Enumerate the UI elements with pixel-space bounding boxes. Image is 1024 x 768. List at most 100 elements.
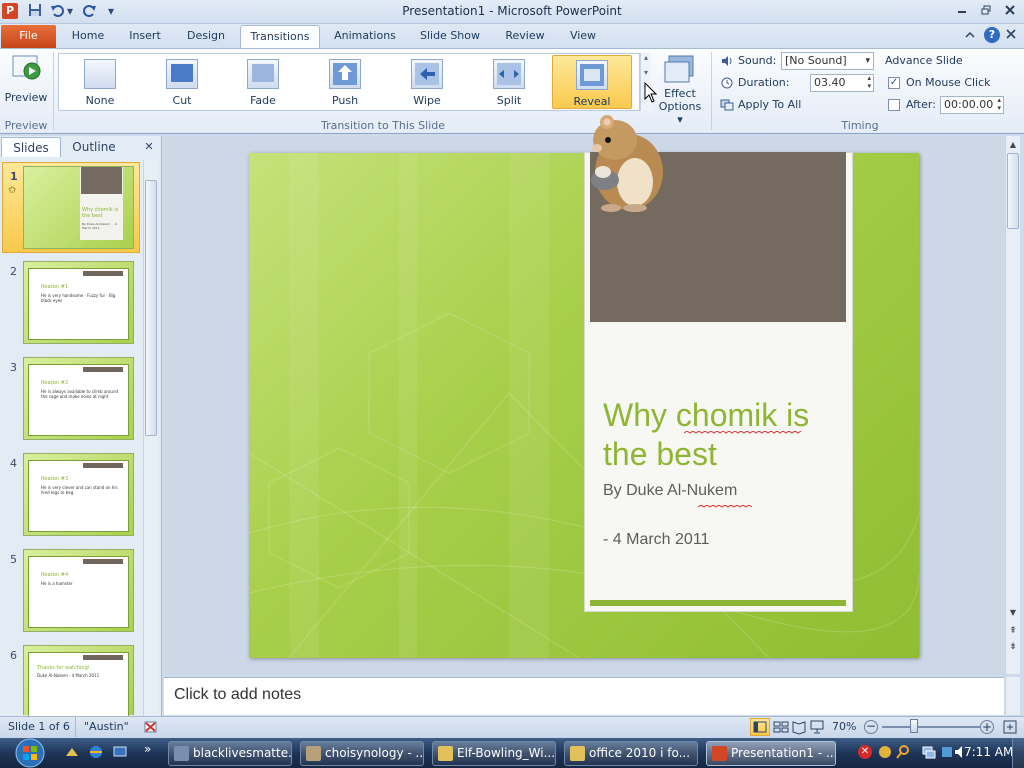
tab-slide-show[interactable]: Slide Show bbox=[412, 25, 488, 48]
slide-accent-bar bbox=[590, 600, 846, 606]
slide-thumbnail-2[interactable]: Reason #1 He is very handsome · Fuzzy fur… bbox=[23, 261, 134, 344]
slide-thumbnail-1[interactable]: Why chomik is the best By Duke Al-Nukem … bbox=[23, 166, 134, 249]
after-time-value: 00:00.00 bbox=[944, 98, 994, 111]
show-desktop-button[interactable] bbox=[1012, 738, 1024, 768]
scroll-down-icon[interactable]: ▼ bbox=[1006, 608, 1020, 617]
thumb-title: Reason #1 bbox=[41, 284, 69, 290]
reading-view-icon[interactable] bbox=[790, 719, 808, 735]
preview-button[interactable]: Preview bbox=[4, 52, 48, 114]
start-button[interactable] bbox=[4, 738, 56, 768]
taskbar-item-active[interactable]: Presentation1 - ... bbox=[706, 741, 836, 766]
undo-dropdown-icon[interactable]: ▾ bbox=[65, 3, 75, 19]
tab-view[interactable]: View bbox=[562, 25, 604, 48]
spinner-icon[interactable]: ▴ ▾ bbox=[867, 74, 871, 90]
tray-network-icon[interactable] bbox=[922, 745, 936, 759]
scroll-thumb[interactable] bbox=[1007, 153, 1019, 229]
save-icon[interactable] bbox=[27, 3, 43, 19]
close-document-icon[interactable] bbox=[1006, 29, 1020, 43]
normal-view-icon[interactable] bbox=[750, 718, 770, 736]
scroll-thumb[interactable] bbox=[145, 180, 157, 436]
gallery-up-icon[interactable]: ▴ bbox=[641, 53, 651, 62]
close-pane-icon[interactable]: ✕ bbox=[140, 137, 158, 157]
slide-thumbnail-4[interactable]: Reason #3 He is very clever and can stand… bbox=[23, 453, 134, 536]
taskbar-item[interactable]: choisynology - ... bbox=[300, 741, 424, 766]
transition-wipe[interactable]: Wipe bbox=[394, 55, 460, 109]
effect-options-button[interactable]: Effect Options ▾ bbox=[655, 52, 705, 126]
transition-push[interactable]: Push bbox=[312, 55, 378, 109]
apply-to-all-button[interactable]: Apply To All bbox=[738, 95, 801, 115]
tray-alert-icon[interactable]: ✕ bbox=[858, 745, 872, 759]
tray-search-icon[interactable] bbox=[896, 745, 910, 759]
minimize-icon[interactable] bbox=[951, 2, 973, 20]
transition-fade[interactable]: Fade bbox=[230, 55, 296, 109]
restore-icon[interactable] bbox=[975, 2, 997, 20]
scroll-up-icon[interactable]: ▲ bbox=[1006, 140, 1020, 149]
tab-home[interactable]: Home bbox=[62, 25, 114, 48]
slide-thumbnail-3[interactable]: Reason #2 He is always available to climb… bbox=[23, 357, 134, 440]
after-checkbox[interactable] bbox=[888, 99, 900, 111]
tab-animations[interactable]: Animations bbox=[328, 25, 402, 48]
minimize-ribbon-icon[interactable] bbox=[964, 29, 978, 43]
slide-subtitle[interactable]: By Duke Al-Nukem bbox=[603, 482, 843, 500]
next-slide-icon[interactable]: ⇟ bbox=[1006, 642, 1020, 652]
slide-thumbnail-5[interactable]: Reason #4 He is a hamster bbox=[23, 549, 134, 632]
quicklaunch-desktop-icon[interactable] bbox=[112, 744, 128, 760]
customize-qat-icon[interactable]: ▾ bbox=[106, 3, 116, 19]
slide-date[interactable]: - 4 March 2011 bbox=[603, 531, 843, 549]
tray-app-icon[interactable] bbox=[878, 745, 892, 759]
undo-icon[interactable] bbox=[49, 3, 65, 19]
spinner-icon[interactable]: ▴ ▾ bbox=[997, 96, 1001, 112]
zoom-slider-track[interactable] bbox=[882, 726, 980, 728]
taskbar-item[interactable]: office 2010 i fo... bbox=[564, 741, 698, 766]
fit-to-window-icon[interactable] bbox=[1002, 719, 1018, 735]
tab-slides[interactable]: Slides bbox=[1, 137, 61, 157]
notes-placeholder[interactable]: Click to add notes bbox=[174, 686, 301, 704]
tray-flag-icon[interactable] bbox=[940, 745, 954, 759]
transition-reveal[interactable]: Reveal bbox=[552, 55, 632, 109]
tab-outline[interactable]: Outline bbox=[62, 137, 126, 157]
previous-slide-icon[interactable]: ⇞ bbox=[1006, 626, 1020, 636]
zoom-slider-thumb[interactable] bbox=[910, 719, 918, 733]
zoom-in-icon[interactable]: + bbox=[980, 720, 994, 734]
clock[interactable]: 7:11 AM bbox=[964, 745, 1013, 759]
slide-show-icon[interactable] bbox=[808, 719, 826, 735]
tab-review[interactable]: Review bbox=[498, 25, 552, 48]
notes-scrollbar[interactable] bbox=[1005, 677, 1020, 715]
tab-insert[interactable]: Insert bbox=[120, 25, 170, 48]
after-time-input[interactable]: 00:00.00 ▴ ▾ bbox=[940, 96, 1004, 114]
slide-scrollbar[interactable]: ▲ ▼ ⇞ ⇟ bbox=[1005, 136, 1020, 674]
tab-transitions[interactable]: Transitions bbox=[240, 25, 320, 48]
transition-none[interactable]: None bbox=[67, 55, 133, 109]
duration-input[interactable]: 03.40 ▴ ▾ bbox=[810, 74, 874, 92]
taskbar-item[interactable]: blacklivesmatte... bbox=[168, 741, 292, 766]
quicklaunch-browser-icon[interactable] bbox=[88, 744, 104, 760]
slides-scrollbar[interactable] bbox=[143, 160, 158, 716]
transition-none-icon bbox=[84, 59, 116, 89]
transition-cut[interactable]: Cut bbox=[149, 55, 215, 109]
transition-reveal-icon bbox=[576, 60, 608, 90]
help-icon[interactable]: ? bbox=[984, 27, 1000, 43]
apply-all-icon bbox=[720, 99, 734, 111]
tab-design[interactable]: Design bbox=[178, 25, 234, 48]
hamster-assistant-icon[interactable] bbox=[575, 110, 671, 214]
powerpoint-app-icon[interactable]: P bbox=[2, 3, 18, 19]
slide-sorter-icon[interactable] bbox=[772, 719, 790, 735]
on-mouse-click-checkbox[interactable]: ✓ bbox=[888, 77, 900, 89]
slide-count-status: Slide 1 of 6 bbox=[8, 720, 70, 733]
taskbar-item[interactable]: Elf-Bowling_Wi... bbox=[432, 741, 556, 766]
folder-icon bbox=[438, 746, 453, 761]
slide-title[interactable]: Why chomik is the best bbox=[603, 396, 843, 474]
slide-thumbnail-6[interactable]: Thanks for watching! Duke Al-Nukem · 4 Ma… bbox=[23, 645, 134, 719]
quicklaunch-app-icon[interactable] bbox=[64, 744, 80, 760]
group-divider bbox=[53, 52, 54, 130]
zoom-level[interactable]: 70% bbox=[832, 720, 856, 733]
tab-file[interactable]: File bbox=[1, 25, 56, 48]
zoom-out-icon[interactable]: − bbox=[864, 720, 878, 734]
transition-split[interactable]: Split bbox=[476, 55, 542, 109]
gallery-down-icon[interactable]: ▾ bbox=[641, 68, 651, 77]
quicklaunch-more-icon[interactable]: » bbox=[144, 742, 151, 756]
spelling-check-icon[interactable] bbox=[143, 719, 159, 735]
redo-icon[interactable] bbox=[82, 3, 98, 19]
close-window-icon[interactable] bbox=[999, 2, 1021, 20]
sound-dropdown[interactable]: [No Sound] ▾ bbox=[781, 52, 874, 70]
